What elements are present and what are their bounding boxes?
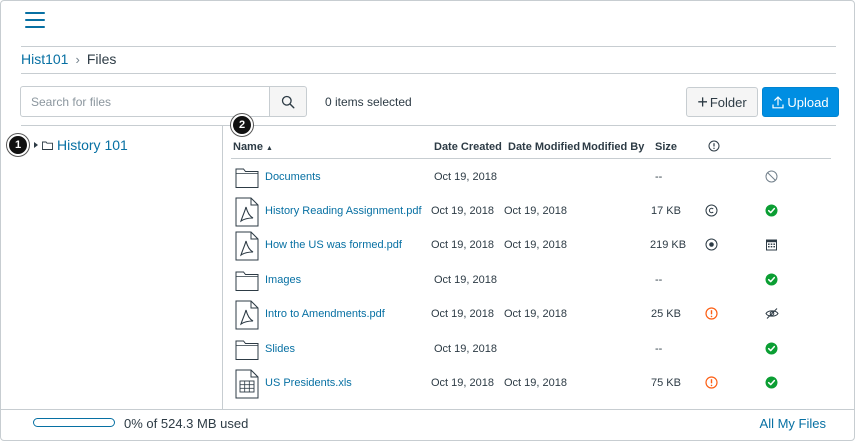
creative-commons-icon[interactable] [705, 238, 718, 256]
table-header-divider [231, 158, 831, 159]
expand-caret-icon[interactable] [34, 142, 38, 148]
add-folder-button[interactable]: + Folder [686, 87, 758, 117]
size-cell: -- [655, 343, 663, 355]
column-header-date-modified[interactable]: Date Modified [508, 141, 580, 153]
column-header-name-label: Name [233, 141, 263, 153]
warning-icon[interactable] [705, 376, 718, 394]
upload-label: Upload [787, 94, 829, 110]
published-check-icon[interactable] [765, 376, 778, 394]
date-created-cell: Oct 19, 2018 [431, 308, 494, 320]
callout-badge-1: 1 [7, 134, 29, 156]
add-folder-label: Folder [709, 94, 747, 110]
folder-icon [235, 270, 259, 297]
hamburger-menu-icon[interactable] [25, 12, 45, 28]
items-selected-count: 0 items selected [325, 95, 412, 109]
size-cell: 75 KB [651, 377, 681, 389]
files-page: Hist101 › Files 0 items selected + Folde… [0, 0, 855, 441]
date-created-cell: Oct 19, 2018 [434, 343, 497, 355]
folder-icon [235, 339, 259, 366]
folder-icon [42, 141, 53, 150]
sort-ascending-icon: ▲ [266, 145, 273, 152]
search-input[interactable] [20, 86, 270, 117]
published-check-icon[interactable] [765, 204, 778, 222]
file-name-link[interactable]: How the US was formed.pdf [265, 239, 402, 251]
column-header-name[interactable]: Name ▲ [233, 141, 273, 153]
breadcrumb-separator-icon: › [75, 51, 80, 67]
upload-button[interactable]: Upload [762, 87, 839, 117]
published-check-icon[interactable] [765, 273, 778, 291]
file-row[interactable]: Intro to Amendments.pdf Oct 19, 2018 Oct 1… [231, 297, 831, 331]
usage-rights-icon [708, 140, 720, 152]
size-cell: 25 KB [651, 308, 681, 320]
breadcrumb-divider [21, 73, 836, 74]
date-modified-cell: Oct 19, 2018 [504, 205, 567, 217]
footer-divider [1, 409, 854, 410]
quota-text: 0% of 524.3 MB used [124, 416, 249, 431]
pdf-file-icon [235, 231, 259, 266]
header-divider [21, 46, 836, 47]
restricted-icon[interactable] [765, 170, 778, 188]
date-created-cell: Oct 19, 2018 [431, 205, 494, 217]
pdf-file-icon [235, 197, 259, 232]
file-name-link[interactable]: Slides [265, 343, 295, 355]
size-cell: 219 KB [650, 239, 687, 251]
date-created-cell: Oct 19, 2018 [431, 377, 494, 389]
file-row[interactable]: Slides Oct 19, 2018 -- [231, 332, 831, 366]
breadcrumb-course-link[interactable]: Hist101 [21, 51, 68, 67]
column-header-size[interactable]: Size [655, 141, 677, 153]
size-cell: -- [655, 274, 663, 286]
plus-icon: + [697, 92, 708, 112]
column-header-usage-rights[interactable] [708, 140, 720, 155]
date-created-cell: Oct 19, 2018 [434, 171, 497, 183]
calendar-icon[interactable] [765, 238, 778, 256]
folder-tree-label: History 101 [57, 137, 128, 153]
folder-icon [235, 167, 259, 194]
date-created-cell: Oct 19, 2018 [431, 239, 494, 251]
hidden-eye-icon[interactable] [765, 307, 779, 325]
pdf-file-icon [235, 300, 259, 335]
file-name-link[interactable]: History Reading Assignment.pdf [265, 205, 422, 217]
breadcrumb: Hist101 › Files [21, 50, 116, 68]
file-name-link[interactable]: Images [265, 274, 301, 286]
copyright-icon[interactable] [705, 204, 718, 222]
column-header-date-created[interactable]: Date Created [434, 141, 502, 153]
upload-icon [772, 95, 784, 108]
date-modified-cell: Oct 19, 2018 [504, 239, 567, 251]
date-modified-cell: Oct 19, 2018 [504, 377, 567, 389]
file-row[interactable]: US Presidents.xls Oct 19, 2018 Oct 19, 201… [231, 366, 831, 400]
search-icon [281, 95, 295, 109]
callout-badge-2: 2 [231, 114, 253, 136]
all-my-files-link[interactable]: All My Files [760, 416, 826, 431]
file-row[interactable]: Documents Oct 19, 2018 -- [231, 160, 831, 194]
spreadsheet-file-icon [235, 369, 259, 404]
published-check-icon[interactable] [765, 342, 778, 360]
toolbar-divider [21, 125, 836, 126]
folder-tree-item-history-101[interactable]: History 101 [34, 136, 128, 154]
size-cell: -- [655, 171, 663, 183]
file-name-link[interactable]: Intro to Amendments.pdf [265, 308, 385, 320]
date-modified-cell: Oct 19, 2018 [504, 308, 567, 320]
search-button[interactable] [269, 86, 307, 117]
file-row[interactable]: History Reading Assignment.pdf Oct 19, 20… [231, 194, 831, 228]
file-name-link[interactable]: Documents [265, 171, 321, 183]
column-header-modified-by[interactable]: Modified By [582, 141, 644, 153]
breadcrumb-current: Files [86, 51, 117, 67]
quota-progress-bar [33, 418, 115, 427]
file-row[interactable]: How the US was formed.pdf Oct 19, 2018 Oct… [231, 228, 831, 262]
file-row[interactable]: Images Oct 19, 2018 -- [231, 263, 831, 297]
file-name-link[interactable]: US Presidents.xls [265, 377, 352, 389]
date-created-cell: Oct 19, 2018 [434, 274, 497, 286]
panel-divider[interactable] [222, 125, 223, 409]
warning-icon[interactable] [705, 307, 718, 325]
size-cell: 17 KB [651, 205, 681, 217]
